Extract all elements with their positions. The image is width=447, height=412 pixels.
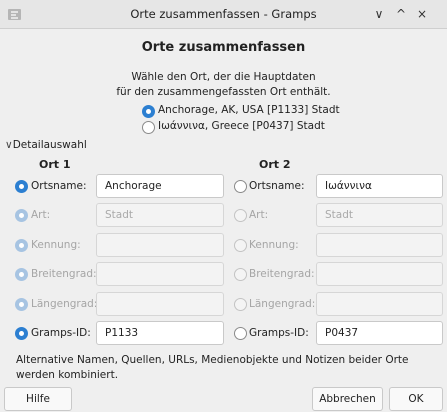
help-button[interactable]: Hilfe bbox=[4, 387, 72, 411]
right-kennung-label: Kennung: bbox=[249, 239, 299, 251]
primary-choice-radio-2[interactable] bbox=[142, 121, 155, 134]
column-heading-1: Ort 1 bbox=[39, 158, 71, 171]
right-breitengrad-field bbox=[316, 262, 443, 286]
left-kennung-label: Kennung: bbox=[31, 239, 81, 251]
maximize-button[interactable]: ^ bbox=[393, 6, 409, 22]
chevron-down-icon: ∨ bbox=[5, 139, 13, 151]
left-ortsname-field[interactable]: Anchorage bbox=[96, 174, 224, 198]
right-gramps-id-field[interactable]: P0437 bbox=[316, 321, 443, 345]
dialog-heading: Orte zusammenfassen bbox=[141, 40, 306, 55]
left-ortsname-radio[interactable] bbox=[15, 180, 28, 193]
left-breitengrad-radio bbox=[15, 268, 28, 281]
detail-expander[interactable]: ∨Detailauswahl bbox=[5, 139, 87, 151]
chevron-down-icon: ∨ bbox=[374, 7, 384, 21]
right-breitengrad-radio bbox=[234, 268, 247, 281]
intro-line-2: für den zusammengefassten Ort enthält. bbox=[116, 86, 331, 98]
left-gramps-id-field[interactable]: P1133 bbox=[96, 321, 224, 345]
right-ortsname-label: Ortsname: bbox=[249, 180, 305, 192]
close-icon: × bbox=[416, 7, 428, 21]
minimize-button[interactable]: ∨ bbox=[371, 6, 387, 22]
left-gramps-id-label: Gramps-ID: bbox=[31, 327, 91, 339]
right-art-field: Stadt bbox=[316, 203, 443, 227]
left-laengengrad-label: Längengrad: bbox=[31, 298, 98, 310]
column-heading-2: Ort 2 bbox=[259, 158, 291, 171]
left-ortsname-label: Ortsname: bbox=[31, 180, 87, 192]
right-ortsname-field[interactable]: Ιωάννινα bbox=[316, 174, 443, 198]
left-kennung-radio bbox=[15, 239, 28, 252]
right-laengengrad-radio bbox=[234, 298, 247, 311]
left-laengengrad-field bbox=[96, 292, 224, 316]
chevron-up-icon: ^ bbox=[395, 7, 407, 21]
close-button[interactable]: × bbox=[414, 6, 430, 22]
right-gramps-id-label: Gramps-ID: bbox=[249, 327, 309, 339]
right-laengengrad-label: Längengrad: bbox=[249, 298, 316, 310]
left-breitengrad-label: Breitengrad: bbox=[31, 268, 97, 280]
right-gramps-id-radio[interactable] bbox=[234, 327, 247, 340]
left-art-field: Stadt bbox=[96, 203, 224, 227]
right-kennung-field bbox=[316, 233, 443, 257]
title-bar: Orte zusammenfassen - Gramps ∨ ^ × bbox=[0, 0, 447, 29]
right-ortsname-radio[interactable] bbox=[234, 180, 247, 193]
expander-label: Detailauswahl bbox=[12, 139, 87, 151]
intro-line-1: Wähle den Ort, der die Hauptdaten bbox=[131, 71, 316, 83]
primary-choice-label-1: Anchorage, AK, USA [P1133] Stadt bbox=[158, 104, 340, 116]
left-gramps-id-radio[interactable] bbox=[15, 327, 28, 340]
right-breitengrad-label: Breitengrad: bbox=[249, 268, 315, 280]
ok-button[interactable]: OK bbox=[389, 387, 443, 411]
right-laengengrad-field bbox=[316, 292, 443, 316]
left-kennung-field bbox=[96, 233, 224, 257]
merge-note: Alternative Namen, Quellen, URLs, Medien… bbox=[16, 354, 409, 381]
left-laengengrad-radio bbox=[15, 298, 28, 311]
left-art-label: Art: bbox=[31, 209, 51, 221]
cancel-button[interactable]: Abbrechen bbox=[312, 387, 383, 411]
right-art-label: Art: bbox=[249, 209, 269, 221]
primary-choice-radio-1[interactable] bbox=[142, 105, 155, 118]
right-kennung-radio bbox=[234, 239, 247, 252]
primary-choice-label-2: Ιωάννινα, Greece [P0437] Stadt bbox=[158, 120, 325, 132]
left-breitengrad-field bbox=[96, 262, 224, 286]
left-art-radio bbox=[15, 209, 28, 222]
right-art-radio bbox=[234, 209, 247, 222]
